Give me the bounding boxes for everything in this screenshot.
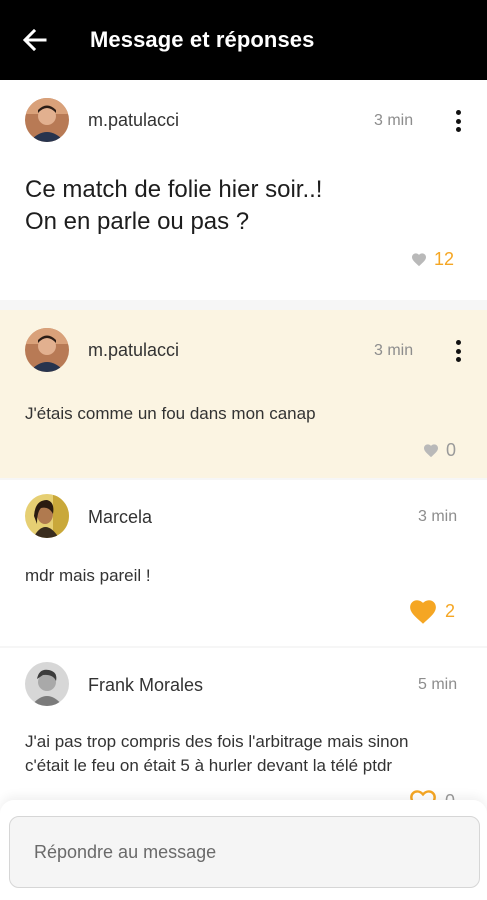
reply-time: 3 min xyxy=(418,508,458,525)
like-count: 2 xyxy=(445,601,456,621)
post-text: Ce match de folie hier soir..! On en par… xyxy=(25,174,322,238)
reply-text: J'étais comme un fou dans mon canap xyxy=(25,404,316,423)
reply-text-line1: J'ai pas trop compris des fois l'arbitra… xyxy=(25,732,409,751)
like-count: 12 xyxy=(434,249,455,269)
app-bar: Message et réponses xyxy=(0,0,487,80)
avatar[interactable] xyxy=(25,494,69,538)
reply-bar xyxy=(0,800,487,900)
reply-time: 5 min xyxy=(418,676,458,693)
heart-filled-icon xyxy=(410,600,436,624)
reply-time: 3 min xyxy=(374,342,414,359)
like-button[interactable]: 2 xyxy=(408,598,455,625)
reply-username[interactable]: m.patulacci xyxy=(88,340,179,361)
reply-text: mdr mais pareil ! xyxy=(25,566,151,585)
post-text-line2: On en parle ou pas ? xyxy=(25,208,250,235)
like-count: 0 xyxy=(446,440,457,460)
message-thread[interactable]: m.patulacci 3 min Ce match de folie hier… xyxy=(0,80,487,900)
arrow-left-icon xyxy=(23,29,47,51)
avatar[interactable] xyxy=(25,328,69,372)
post-text-line1: Ce match de folie hier soir..! xyxy=(25,176,323,203)
more-options-button[interactable] xyxy=(448,337,468,365)
reply-text: J'ai pas trop compris des fois l'arbitra… xyxy=(25,730,475,778)
like-button[interactable]: 0 xyxy=(423,440,456,461)
page-title: Message et réponses xyxy=(90,27,315,52)
dot xyxy=(455,118,461,124)
back-button[interactable] xyxy=(0,0,70,80)
avatar[interactable] xyxy=(25,98,69,142)
dot xyxy=(455,357,461,362)
dot xyxy=(455,348,461,354)
dot xyxy=(455,110,461,115)
post-time: 3 min xyxy=(374,112,414,129)
heart-outline-icon xyxy=(412,253,426,267)
dot xyxy=(455,127,461,132)
reply-text-line2: c'était le feu on était 5 à hurler devan… xyxy=(25,756,393,775)
reply-item: m.patulacci 3 min J'étais comme un fou d… xyxy=(0,310,487,478)
avatar[interactable] xyxy=(25,662,69,706)
reply-item: Marcela 3 min mdr mais pareil ! 2 xyxy=(0,480,487,646)
heart-outline-icon xyxy=(424,444,438,458)
post-username[interactable]: m.patulacci xyxy=(88,110,179,131)
more-options-button[interactable] xyxy=(448,107,468,135)
reply-username[interactable]: Frank Morales xyxy=(88,675,203,696)
like-button[interactable]: 12 xyxy=(411,249,454,270)
reply-username[interactable]: Marcela xyxy=(88,507,152,528)
main-post: m.patulacci 3 min Ce match de folie hier… xyxy=(0,80,487,300)
reply-input[interactable] xyxy=(9,816,480,888)
dot xyxy=(455,340,461,345)
